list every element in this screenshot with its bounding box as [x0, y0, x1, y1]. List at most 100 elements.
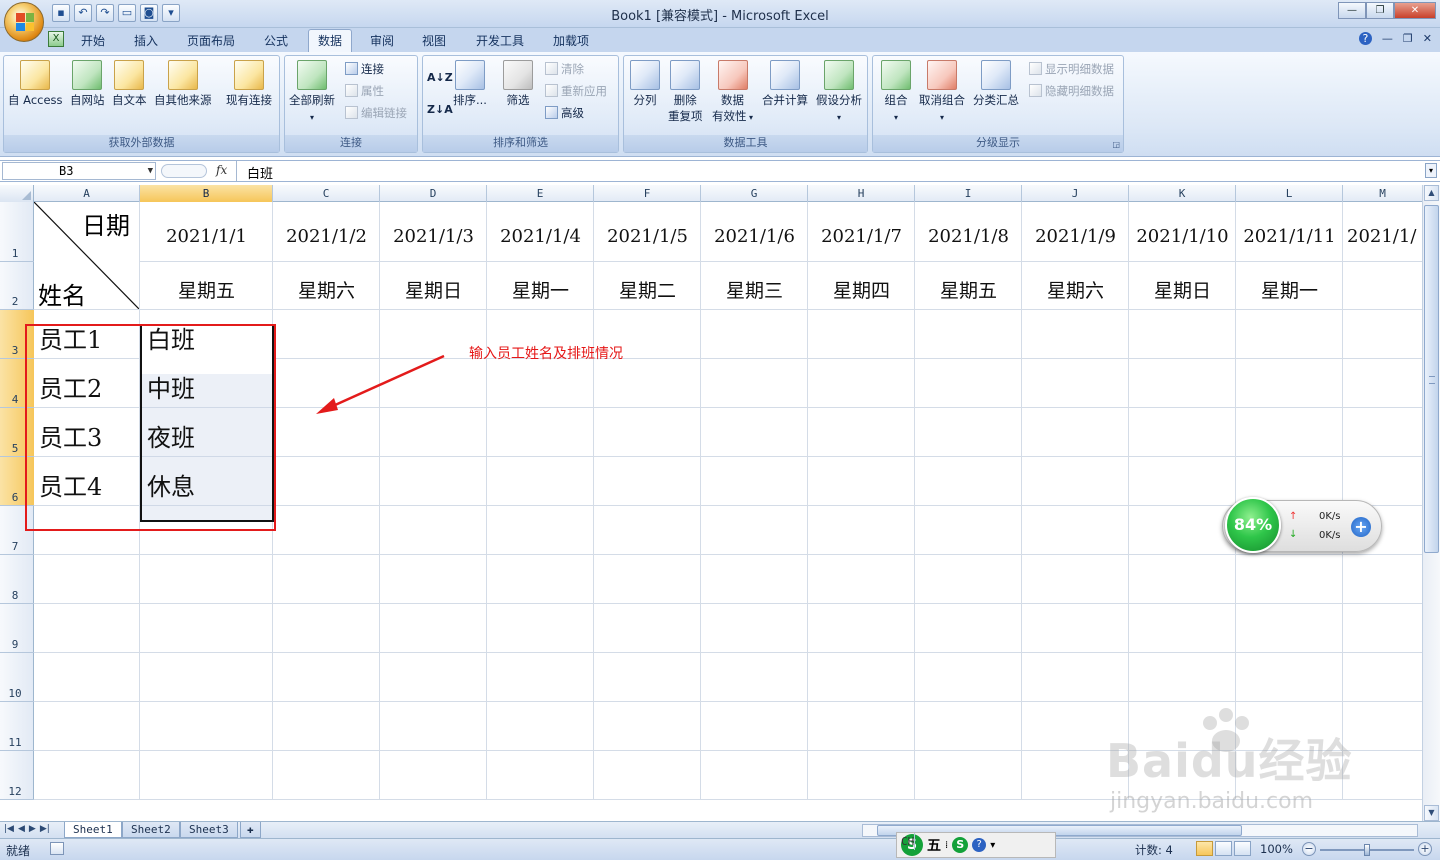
employee-name-cell[interactable]: 员工3 [34, 418, 102, 453]
help-icon[interactable]: ? [1358, 32, 1372, 45]
shift-cell[interactable]: 夜班 [141, 418, 195, 453]
zoom-level[interactable]: 100% [1260, 842, 1293, 856]
speed-percent[interactable]: 84% [1225, 497, 1281, 553]
close-button[interactable]: ✕ [1394, 2, 1436, 19]
insert-sheet-icon[interactable]: ✚ [240, 822, 261, 838]
row-header-8[interactable]: 8 [0, 555, 34, 604]
weekday-cell[interactable]: 星期一 [487, 276, 594, 303]
date-cell[interactable]: 2021/1/ [1343, 226, 1422, 247]
tab-view[interactable]: 视图 [422, 32, 446, 49]
sheet-tab-1[interactable]: Sheet1 [64, 822, 122, 838]
tab-review[interactable]: 审阅 [370, 32, 394, 49]
date-cell[interactable]: 2021/1/10 [1129, 226, 1236, 247]
normal-view-icon[interactable] [1196, 841, 1213, 856]
weekday-cell[interactable]: 星期四 [808, 276, 915, 303]
ribbon-minimize-icon[interactable]: — [1382, 32, 1393, 45]
column-header-f[interactable]: F [594, 185, 701, 202]
page-break-view-icon[interactable] [1234, 841, 1251, 856]
column-header-m[interactable]: M [1343, 185, 1422, 202]
weekday-cell[interactable]: 星期日 [380, 276, 487, 303]
weekday-cell[interactable]: 星期二 [594, 276, 701, 303]
minimize-button[interactable]: — [1338, 2, 1366, 19]
employee-name-cell[interactable]: 员工4 [34, 467, 102, 502]
ime-lang[interactable]: CH [901, 833, 916, 850]
edit-links-button[interactable]: 编辑链接 [345, 105, 407, 121]
row-header-7[interactable]: 7 [0, 506, 34, 555]
macro-record-icon[interactable] [50, 842, 64, 855]
ime-help-icon[interactable]: ? [972, 838, 987, 852]
tab-page-layout[interactable]: 页面布局 [187, 32, 235, 49]
column-header-i[interactable]: I [915, 185, 1022, 202]
date-cell[interactable]: 2021/1/3 [380, 226, 487, 247]
zoom-out-icon[interactable]: − [1302, 842, 1316, 856]
weekday-cell[interactable]: 星期六 [273, 276, 380, 303]
from-text-button[interactable]: 自文本 [112, 60, 147, 108]
vertical-scrollbar[interactable]: ▲ ▼ [1422, 185, 1440, 821]
formula-bar-grip[interactable] [161, 164, 207, 178]
date-cell[interactable]: 2021/1/2 [273, 226, 380, 247]
column-header-h[interactable]: H [808, 185, 915, 202]
column-header-l[interactable]: L [1236, 185, 1343, 202]
expand-formula-bar-icon[interactable]: ▾ [1425, 163, 1437, 178]
reapply-button[interactable]: 重新应用 [545, 83, 607, 99]
shift-cell[interactable]: 休息 [141, 467, 195, 502]
sheet-tab-3[interactable]: Sheet3 [180, 822, 238, 838]
office-button[interactable] [4, 2, 44, 42]
date-cell[interactable]: 2021/1/7 [808, 226, 915, 247]
weekday-cell[interactable]: 星期六 [1022, 276, 1129, 303]
tab-developer[interactable]: 开发工具 [476, 32, 524, 49]
shift-cell[interactable]: 白班 [141, 320, 195, 355]
column-header-k[interactable]: K [1129, 185, 1236, 202]
sheet-tab-2[interactable]: Sheet2 [122, 822, 180, 838]
column-header-j[interactable]: J [1022, 185, 1129, 202]
row-header-6[interactable]: 6 [0, 457, 34, 506]
vertical-scroll-thumb[interactable] [1424, 205, 1439, 553]
page-layout-view-icon[interactable] [1215, 841, 1232, 856]
sort-button[interactable]: 排序... [453, 60, 487, 108]
row-header-5[interactable]: 5 [0, 408, 34, 457]
hide-detail-button[interactable]: 隐藏明细数据 [1029, 83, 1114, 99]
ungroup-button[interactable]: 取消组合 ▾ [919, 60, 965, 126]
network-speed-widget[interactable]: 84% ↑ 0K/s ↓ 0K/s + [1222, 497, 1382, 553]
from-web-button[interactable]: 自网站 [70, 60, 105, 108]
last-sheet-icon[interactable]: ▶| [40, 824, 50, 834]
name-box[interactable]: B3 ▼ [2, 162, 156, 180]
date-cell[interactable]: 2021/1/5 [594, 226, 701, 247]
tab-home[interactable]: 开始 [81, 32, 105, 49]
row-header-1[interactable]: 1 [0, 202, 34, 262]
row-header-11[interactable]: 11 [0, 702, 34, 751]
row-header-9[interactable]: 9 [0, 604, 34, 653]
insert-function-icon[interactable]: fx [216, 163, 227, 177]
ribbon-close-icon[interactable]: ✕ [1423, 32, 1432, 45]
row-header-10[interactable]: 10 [0, 653, 34, 702]
weekday-cell[interactable]: 星期五 [915, 276, 1022, 303]
column-header-a[interactable]: A [34, 185, 140, 202]
row-header-2[interactable]: 2 [0, 262, 34, 310]
weekday-cell[interactable]: 星期日 [1129, 276, 1236, 303]
prev-sheet-icon[interactable]: ◀ [18, 824, 25, 834]
select-all-corner[interactable] [0, 185, 34, 202]
what-if-analysis-button[interactable]: 假设分析 ▾ [816, 60, 862, 126]
data-validation-button[interactable]: 数据 有效性 ▾ [712, 60, 753, 126]
text-to-columns-button[interactable]: 分列 [630, 60, 660, 108]
from-access-button[interactable]: 自 Access [8, 60, 63, 108]
sort-asc-icon[interactable]: A↓Z [427, 70, 453, 86]
date-cell[interactable]: 2021/1/4 [487, 226, 594, 247]
date-cell[interactable]: 2021/1/11 [1236, 226, 1343, 247]
remove-duplicates-button[interactable]: 删除 重复项 [668, 60, 703, 124]
weekday-cell[interactable]: 星期三 [701, 276, 808, 303]
group-button[interactable]: 组合 ▾ [881, 60, 911, 126]
weekday-cell[interactable]: 星期一 [1236, 276, 1343, 303]
tab-insert[interactable]: 插入 [134, 32, 158, 49]
existing-connections-button[interactable]: 现有连接 [226, 60, 272, 108]
column-header-d[interactable]: D [380, 185, 487, 202]
tab-data[interactable]: 数据 [308, 29, 353, 52]
refresh-all-button[interactable]: 全部刷新 ▾ [289, 60, 335, 126]
column-header-c[interactable]: C [273, 185, 380, 202]
column-header-g[interactable]: G [701, 185, 808, 202]
employee-name-cell[interactable]: 员工2 [34, 369, 102, 404]
name-box-dropdown-icon[interactable]: ▼ [148, 163, 153, 179]
restore-button[interactable]: ❐ [1366, 2, 1394, 19]
row-header-4[interactable]: 4 [0, 359, 34, 408]
shift-cell[interactable]: 中班 [141, 369, 195, 404]
